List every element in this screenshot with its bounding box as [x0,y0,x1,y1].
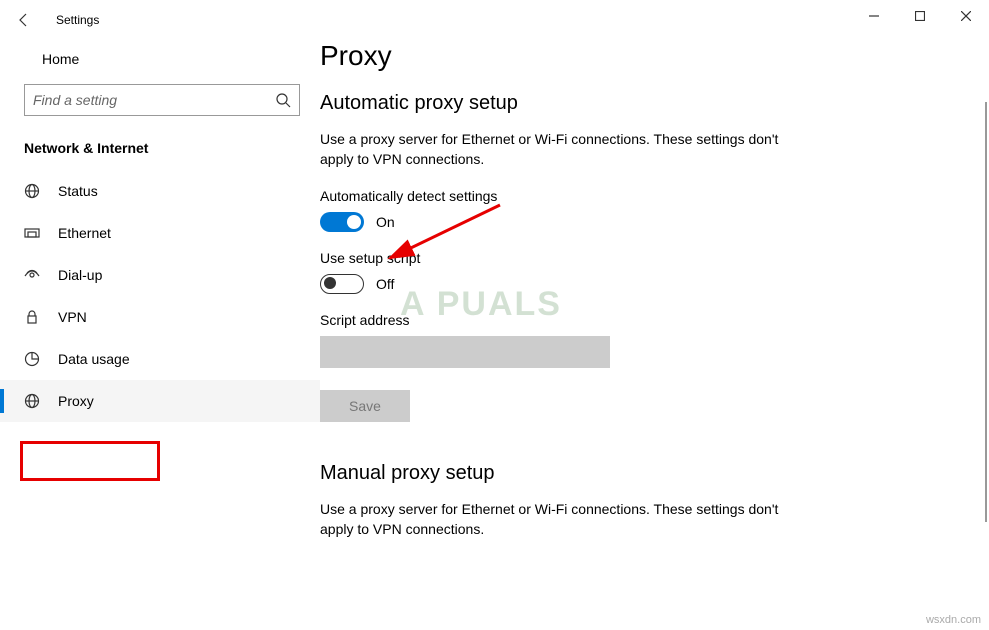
search-input[interactable] [33,92,275,108]
auto-description: Use a proxy server for Ethernet or Wi-Fi… [320,129,780,170]
sidebar-item-dialup[interactable]: Dial-up [0,254,320,296]
sidebar: Home Network & Internet Status Ethernet … [0,32,320,630]
manual-description: Use a proxy server for Ethernet or Wi-Fi… [320,499,780,540]
main-content: Proxy Automatic proxy setup Use a proxy … [320,32,989,630]
dialup-icon [24,267,40,283]
maximize-button[interactable] [897,0,943,32]
script-address-input[interactable] [320,336,610,368]
scrollbar[interactable] [985,102,987,522]
auto-detect-toggle[interactable] [320,212,364,232]
sidebar-item-label: Data usage [58,351,130,367]
minimize-button[interactable] [851,0,897,32]
search-input-container[interactable] [24,84,300,116]
sidebar-home-label: Home [42,51,79,67]
sidebar-item-status[interactable]: Status [0,170,320,212]
close-button[interactable] [943,0,989,32]
save-button[interactable]: Save [320,390,410,422]
sidebar-item-label: Dial-up [58,267,102,283]
section-title-manual: Manual proxy setup [320,462,965,485]
search-icon [275,92,291,108]
back-button[interactable] [0,0,48,40]
auto-detect-label: Automatically detect settings [320,188,965,204]
sidebar-item-label: Proxy [58,393,94,409]
sidebar-category: Network & Internet [0,130,320,170]
globe-icon [24,183,40,199]
ethernet-icon [24,225,40,241]
sidebar-item-label: Ethernet [58,225,111,241]
script-address-label: Script address [320,312,965,328]
sidebar-item-label: VPN [58,309,87,325]
proxy-icon [24,393,40,409]
sidebar-item-vpn[interactable]: VPN [0,296,320,338]
sidebar-item-proxy[interactable]: Proxy [0,380,320,422]
section-title-auto: Automatic proxy setup [320,92,965,115]
setup-script-state: Off [376,276,394,292]
sidebar-item-label: Status [58,183,98,199]
sidebar-item-datausage[interactable]: Data usage [0,338,320,380]
auto-detect-state: On [376,214,395,230]
setup-script-label: Use setup script [320,250,965,266]
page-title: Proxy [320,40,965,72]
setup-script-toggle[interactable] [320,274,364,294]
footer-brand: wsxdn.com [926,614,981,626]
data-usage-icon [24,351,40,367]
window-title: Settings [56,13,99,27]
vpn-icon [24,309,40,325]
sidebar-item-ethernet[interactable]: Ethernet [0,212,320,254]
sidebar-home[interactable]: Home [0,40,320,78]
